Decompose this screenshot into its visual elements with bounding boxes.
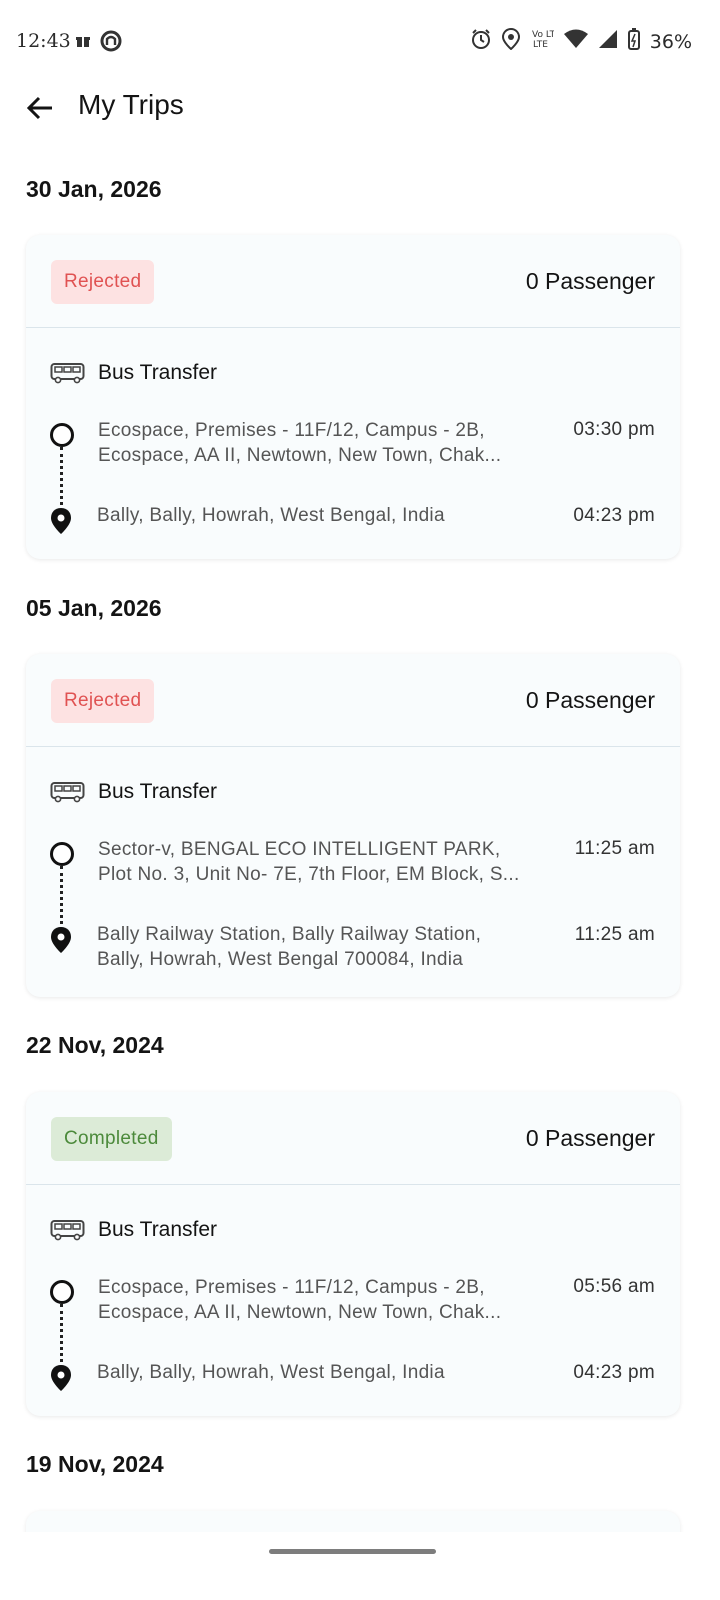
drop-time: 04:23 pm xyxy=(573,1362,655,1383)
pickup-address: Ecospace, Premises - 11F/12, Campus - 2B… xyxy=(98,1277,502,1323)
notification-icons xyxy=(76,30,122,57)
app-notification-icon xyxy=(100,30,122,57)
drop-pin-icon xyxy=(51,508,71,534)
transfer-type-label: Bus Transfer xyxy=(98,361,218,384)
passenger-count: 0 Passenger xyxy=(525,1125,655,1151)
drop-time: 11:25 am xyxy=(574,924,655,945)
back-button[interactable] xyxy=(24,92,56,124)
page-title: My Trips xyxy=(78,89,184,120)
svg-text:LTE: LTE xyxy=(533,40,548,50)
bus-icon xyxy=(50,1220,85,1241)
status-badge: Completed xyxy=(51,1117,172,1161)
trip-card[interactable]: Rejected 0 Passenger Bus Transfer Sector… xyxy=(26,654,680,997)
battery-icon xyxy=(627,28,640,55)
home-gesture-handle[interactable] xyxy=(269,1549,436,1554)
transfer-type-row: Bus Transfer xyxy=(50,361,217,385)
status-time: 12:43 xyxy=(16,30,71,52)
back-arrow-icon xyxy=(26,96,52,120)
bus-icon xyxy=(50,363,85,384)
trip-card-header: Rejected 0 Passenger xyxy=(26,235,680,328)
drop-pin-icon xyxy=(51,1365,71,1391)
transfer-type-label: Bus Transfer xyxy=(98,780,218,803)
trip-date-heading: 05 Jan, 2026 xyxy=(26,595,162,621)
location-icon xyxy=(501,27,520,55)
route-line xyxy=(60,1304,63,1362)
passenger-count: 0 Passenger xyxy=(525,687,655,713)
system-icons: Vo LTELTE 36% xyxy=(470,27,692,55)
trip-date-heading: 30 Jan, 2026 xyxy=(26,176,162,202)
trip-card[interactable]: Rejected 0 Passenger Bus Transfer Ecospa… xyxy=(26,235,680,559)
status-bar: 12:43 Vo LTELTE 36% xyxy=(0,0,720,84)
pickup-address: Sector-v, BENGAL ECO INTELLIGENT PARK, P… xyxy=(98,839,520,885)
transfer-type-row: Bus Transfer xyxy=(50,780,217,804)
transfer-type-row: Bus Transfer xyxy=(50,1218,217,1242)
drop-pin-icon xyxy=(51,927,71,953)
pickup-time: 03:30 pm xyxy=(573,419,655,440)
trip-card-header: Completed 0 Passenger xyxy=(26,1092,680,1185)
route-line xyxy=(60,447,63,505)
battery-percent: 36% xyxy=(649,30,692,53)
svg-text:Vo LTE: Vo LTE xyxy=(532,30,554,40)
drop-address: Bally, Bally, Howrah, West Bengal, India xyxy=(97,1362,445,1383)
gift-icon xyxy=(76,34,90,53)
pickup-time: 11:25 am xyxy=(574,838,655,859)
signal-icon xyxy=(598,29,618,54)
volte-icon: Vo LTELTE xyxy=(530,28,561,55)
pickup-address: Ecospace, Premises - 11F/12, Campus - 2B… xyxy=(98,420,502,466)
trip-card-header: Rejected 0 Passenger xyxy=(26,654,680,747)
pickup-time: 05:56 am xyxy=(573,1276,655,1297)
trip-date-heading: 19 Nov, 2024 xyxy=(26,1451,164,1477)
pickup-point-icon xyxy=(50,842,74,866)
trip-card[interactable]: Completed 0 Passenger Bus Transfer Ecosp… xyxy=(26,1092,680,1416)
wifi-icon xyxy=(563,29,588,54)
drop-address: Bally, Bally, Howrah, West Bengal, India xyxy=(97,505,445,526)
trip-date-heading: 22 Nov, 2024 xyxy=(26,1032,164,1058)
bus-icon xyxy=(50,782,85,803)
alarm-icon xyxy=(470,28,492,55)
drop-time: 04:23 pm xyxy=(573,505,655,526)
pickup-point-icon xyxy=(50,1280,74,1304)
pickup-point-icon xyxy=(50,423,74,447)
status-badge: Rejected xyxy=(51,260,155,304)
route-line xyxy=(60,866,63,924)
app-bar: My Trips xyxy=(0,84,720,132)
passenger-count: 0 Passenger xyxy=(525,268,655,294)
navigation-bar xyxy=(0,1532,720,1600)
transfer-type-label: Bus Transfer xyxy=(98,1218,218,1241)
drop-address: Bally Railway Station, Bally Railway Sta… xyxy=(97,924,482,970)
status-badge: Rejected xyxy=(51,679,155,723)
